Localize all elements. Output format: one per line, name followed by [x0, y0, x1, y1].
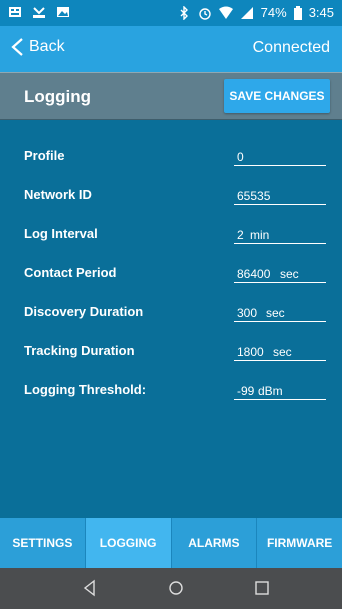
status-bar: 74% 3:45 [0, 0, 342, 26]
field-value: 65535 [237, 189, 271, 203]
missed-call-icon [33, 7, 45, 18]
field-value: 300 [237, 306, 258, 320]
nav-back-icon[interactable] [81, 579, 99, 597]
field-label: Contact Period [24, 265, 117, 280]
bottom-tab-bar: SETTINGS LOGGING ALARMS FIRMWARE [0, 518, 342, 568]
field-row-discovery-duration: Discovery Duration 300 sec [0, 294, 342, 332]
app-notification-icon [9, 7, 21, 17]
clock: 3:45 [308, 5, 334, 20]
field-value: -99 [237, 384, 255, 398]
signal-icon [240, 6, 253, 19]
connection-status: Connected [252, 39, 330, 56]
nav-recent-apps-icon[interactable] [253, 579, 271, 597]
save-changes-button[interactable]: SAVE CHANGES [224, 79, 330, 113]
profile-input[interactable]: 0 [234, 144, 326, 166]
field-label: Tracking Duration [24, 343, 135, 358]
field-value: 1800 [237, 345, 264, 359]
image-icon [57, 7, 69, 17]
log-interval-input[interactable]: 2 min [234, 222, 326, 244]
field-unit: sec [280, 267, 299, 281]
chevron-left-icon [11, 38, 23, 56]
field-label: Network ID [24, 187, 92, 202]
field-value: 86400 [237, 267, 271, 281]
battery-icon [293, 5, 302, 20]
field-value: 2 [237, 228, 244, 242]
field-row-log-interval: Log Interval 2 min [0, 216, 342, 254]
back-button[interactable]: Back [10, 37, 65, 57]
field-label: Log Interval [24, 226, 98, 241]
system-icons: 74% 3:45 [177, 5, 334, 20]
page-title: Logging [24, 87, 92, 106]
section-header: Logging SAVE CHANGES [0, 72, 342, 120]
field-row-tracking-duration: Tracking Duration 1800 sec [0, 333, 342, 371]
tab-settings[interactable]: SETTINGS [0, 518, 86, 568]
tracking-duration-input[interactable]: 1800 sec [234, 339, 326, 361]
wifi-icon [218, 6, 233, 19]
bluetooth-icon [180, 5, 188, 20]
field-value: 0 [237, 150, 244, 164]
field-label: Logging Threshold: [24, 382, 147, 397]
field-unit: min [250, 228, 270, 242]
alarm-icon [198, 7, 211, 20]
battery-percent: 74% [260, 5, 287, 20]
app-bar: Back Connected [0, 26, 342, 72]
nav-home-icon[interactable] [167, 579, 185, 597]
field-row-contact-period: Contact Period 86400 sec [0, 255, 342, 293]
field-unit: dBm [258, 384, 283, 398]
tab-alarms[interactable]: ALARMS [172, 518, 258, 568]
logging-form: Profile 0 Network ID 65535 Log Interval … [0, 120, 342, 518]
tab-logging[interactable]: LOGGING [85, 518, 172, 568]
discovery-duration-input[interactable]: 300 sec [234, 300, 326, 322]
field-row-logging-threshold: Logging Threshold: -99 dBm [0, 372, 342, 410]
back-label: Back [29, 38, 65, 55]
contact-period-input[interactable]: 86400 sec [234, 261, 326, 283]
network-id-input[interactable]: 65535 [234, 183, 326, 205]
field-row-network-id: Network ID 65535 [0, 177, 342, 215]
field-unit: sec [273, 345, 292, 359]
logging-threshold-input[interactable]: -99 dBm [234, 378, 326, 400]
field-unit: sec [266, 306, 285, 320]
tab-firmware[interactable]: FIRMWARE [257, 518, 342, 568]
notification-icons [8, 5, 70, 19]
field-label: Discovery Duration [24, 304, 144, 319]
field-label: Profile [24, 148, 65, 163]
system-navigation-bar [0, 568, 342, 609]
field-row-profile: Profile 0 [0, 138, 342, 176]
